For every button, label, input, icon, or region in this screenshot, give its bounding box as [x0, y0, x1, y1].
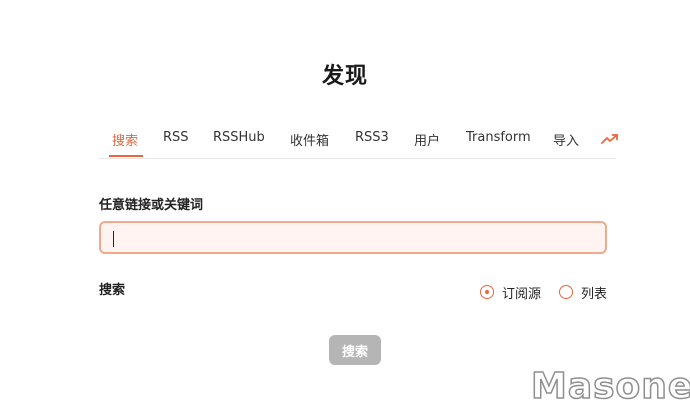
- tab-rss3[interactable]: RSS3: [355, 130, 389, 145]
- active-tab-indicator: [109, 155, 143, 157]
- radio-feeds-label: 订阅源: [502, 287, 542, 302]
- radio-lists-label: 列表: [581, 287, 608, 302]
- discover-tabs: 搜索 RSS RSSHub 收件箱 RSS3 用户 Transform 导入: [99, 118, 619, 159]
- search-button[interactable]: 搜索: [329, 335, 381, 365]
- tab-rss[interactable]: RSS: [163, 130, 189, 145]
- trending-up-icon[interactable]: [601, 131, 619, 145]
- tab-rsshub[interactable]: RSSHub: [213, 130, 265, 145]
- tab-import[interactable]: 导入: [553, 130, 579, 149]
- tab-search[interactable]: 搜索: [112, 130, 138, 149]
- discover-page: 发现 搜索 RSS RSSHub 收件箱 RSS3 用户 Transform 导…: [0, 0, 690, 418]
- text-caret: [113, 231, 114, 247]
- watermark: Masone: [530, 365, 690, 408]
- keyword-field-label: 任意链接或关键词: [99, 198, 204, 213]
- tab-users[interactable]: 用户: [414, 130, 440, 149]
- radio-dot: [484, 289, 489, 294]
- radio-unchecked-icon: [559, 285, 573, 299]
- tab-inbox[interactable]: 收件箱: [290, 130, 329, 149]
- keyword-input-box: [99, 221, 607, 254]
- tab-transform[interactable]: Transform: [466, 130, 531, 145]
- keyword-input[interactable]: [101, 223, 605, 252]
- radio-checked-icon: [480, 285, 494, 299]
- page-title: 发现: [321, 64, 368, 89]
- search-type-label: 搜索: [99, 283, 126, 298]
